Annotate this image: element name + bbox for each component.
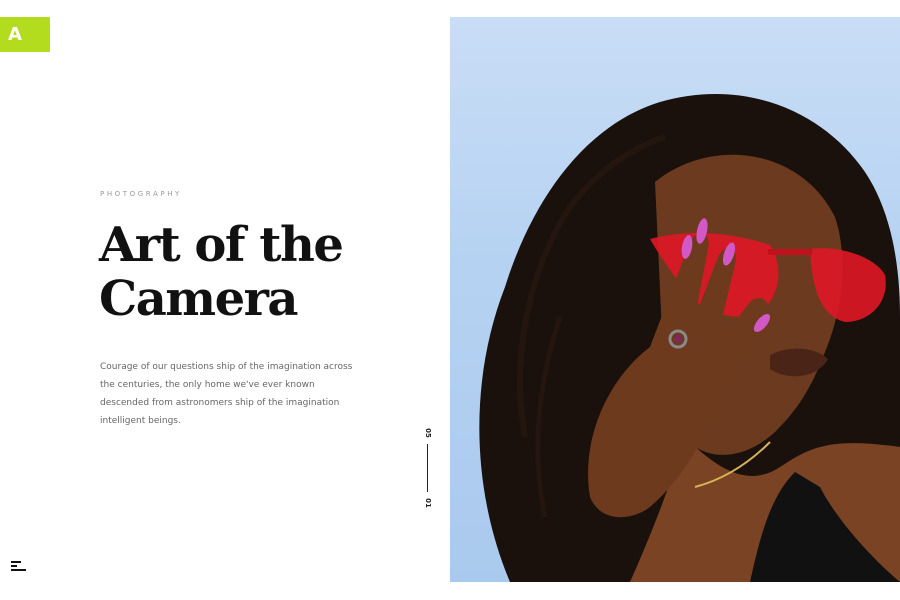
menu-bar-middle — [11, 565, 17, 567]
title-line-1: Art of the — [99, 217, 344, 273]
slide-total: 05 — [424, 428, 432, 438]
portrait-photo — [450, 17, 900, 582]
menu-bar-bottom — [11, 569, 26, 571]
page-title: Art of the Camera — [99, 217, 344, 327]
menu-bar-top — [11, 561, 21, 563]
slide-progress-line — [427, 444, 428, 492]
logo-mark: A — [8, 24, 22, 45]
slide-counter: 05 01 — [421, 427, 435, 509]
slide-current: 01 — [424, 498, 432, 508]
category-label: PHOTOGRAPHY — [100, 190, 182, 198]
title-line-2: Camera — [99, 271, 299, 327]
hero-description: Courage of our questions ship of the ima… — [100, 362, 353, 426]
brand-logo[interactable]: A — [0, 17, 50, 52]
portrait-illustration — [479, 94, 900, 582]
hamburger-menu-icon[interactable] — [11, 561, 27, 573]
